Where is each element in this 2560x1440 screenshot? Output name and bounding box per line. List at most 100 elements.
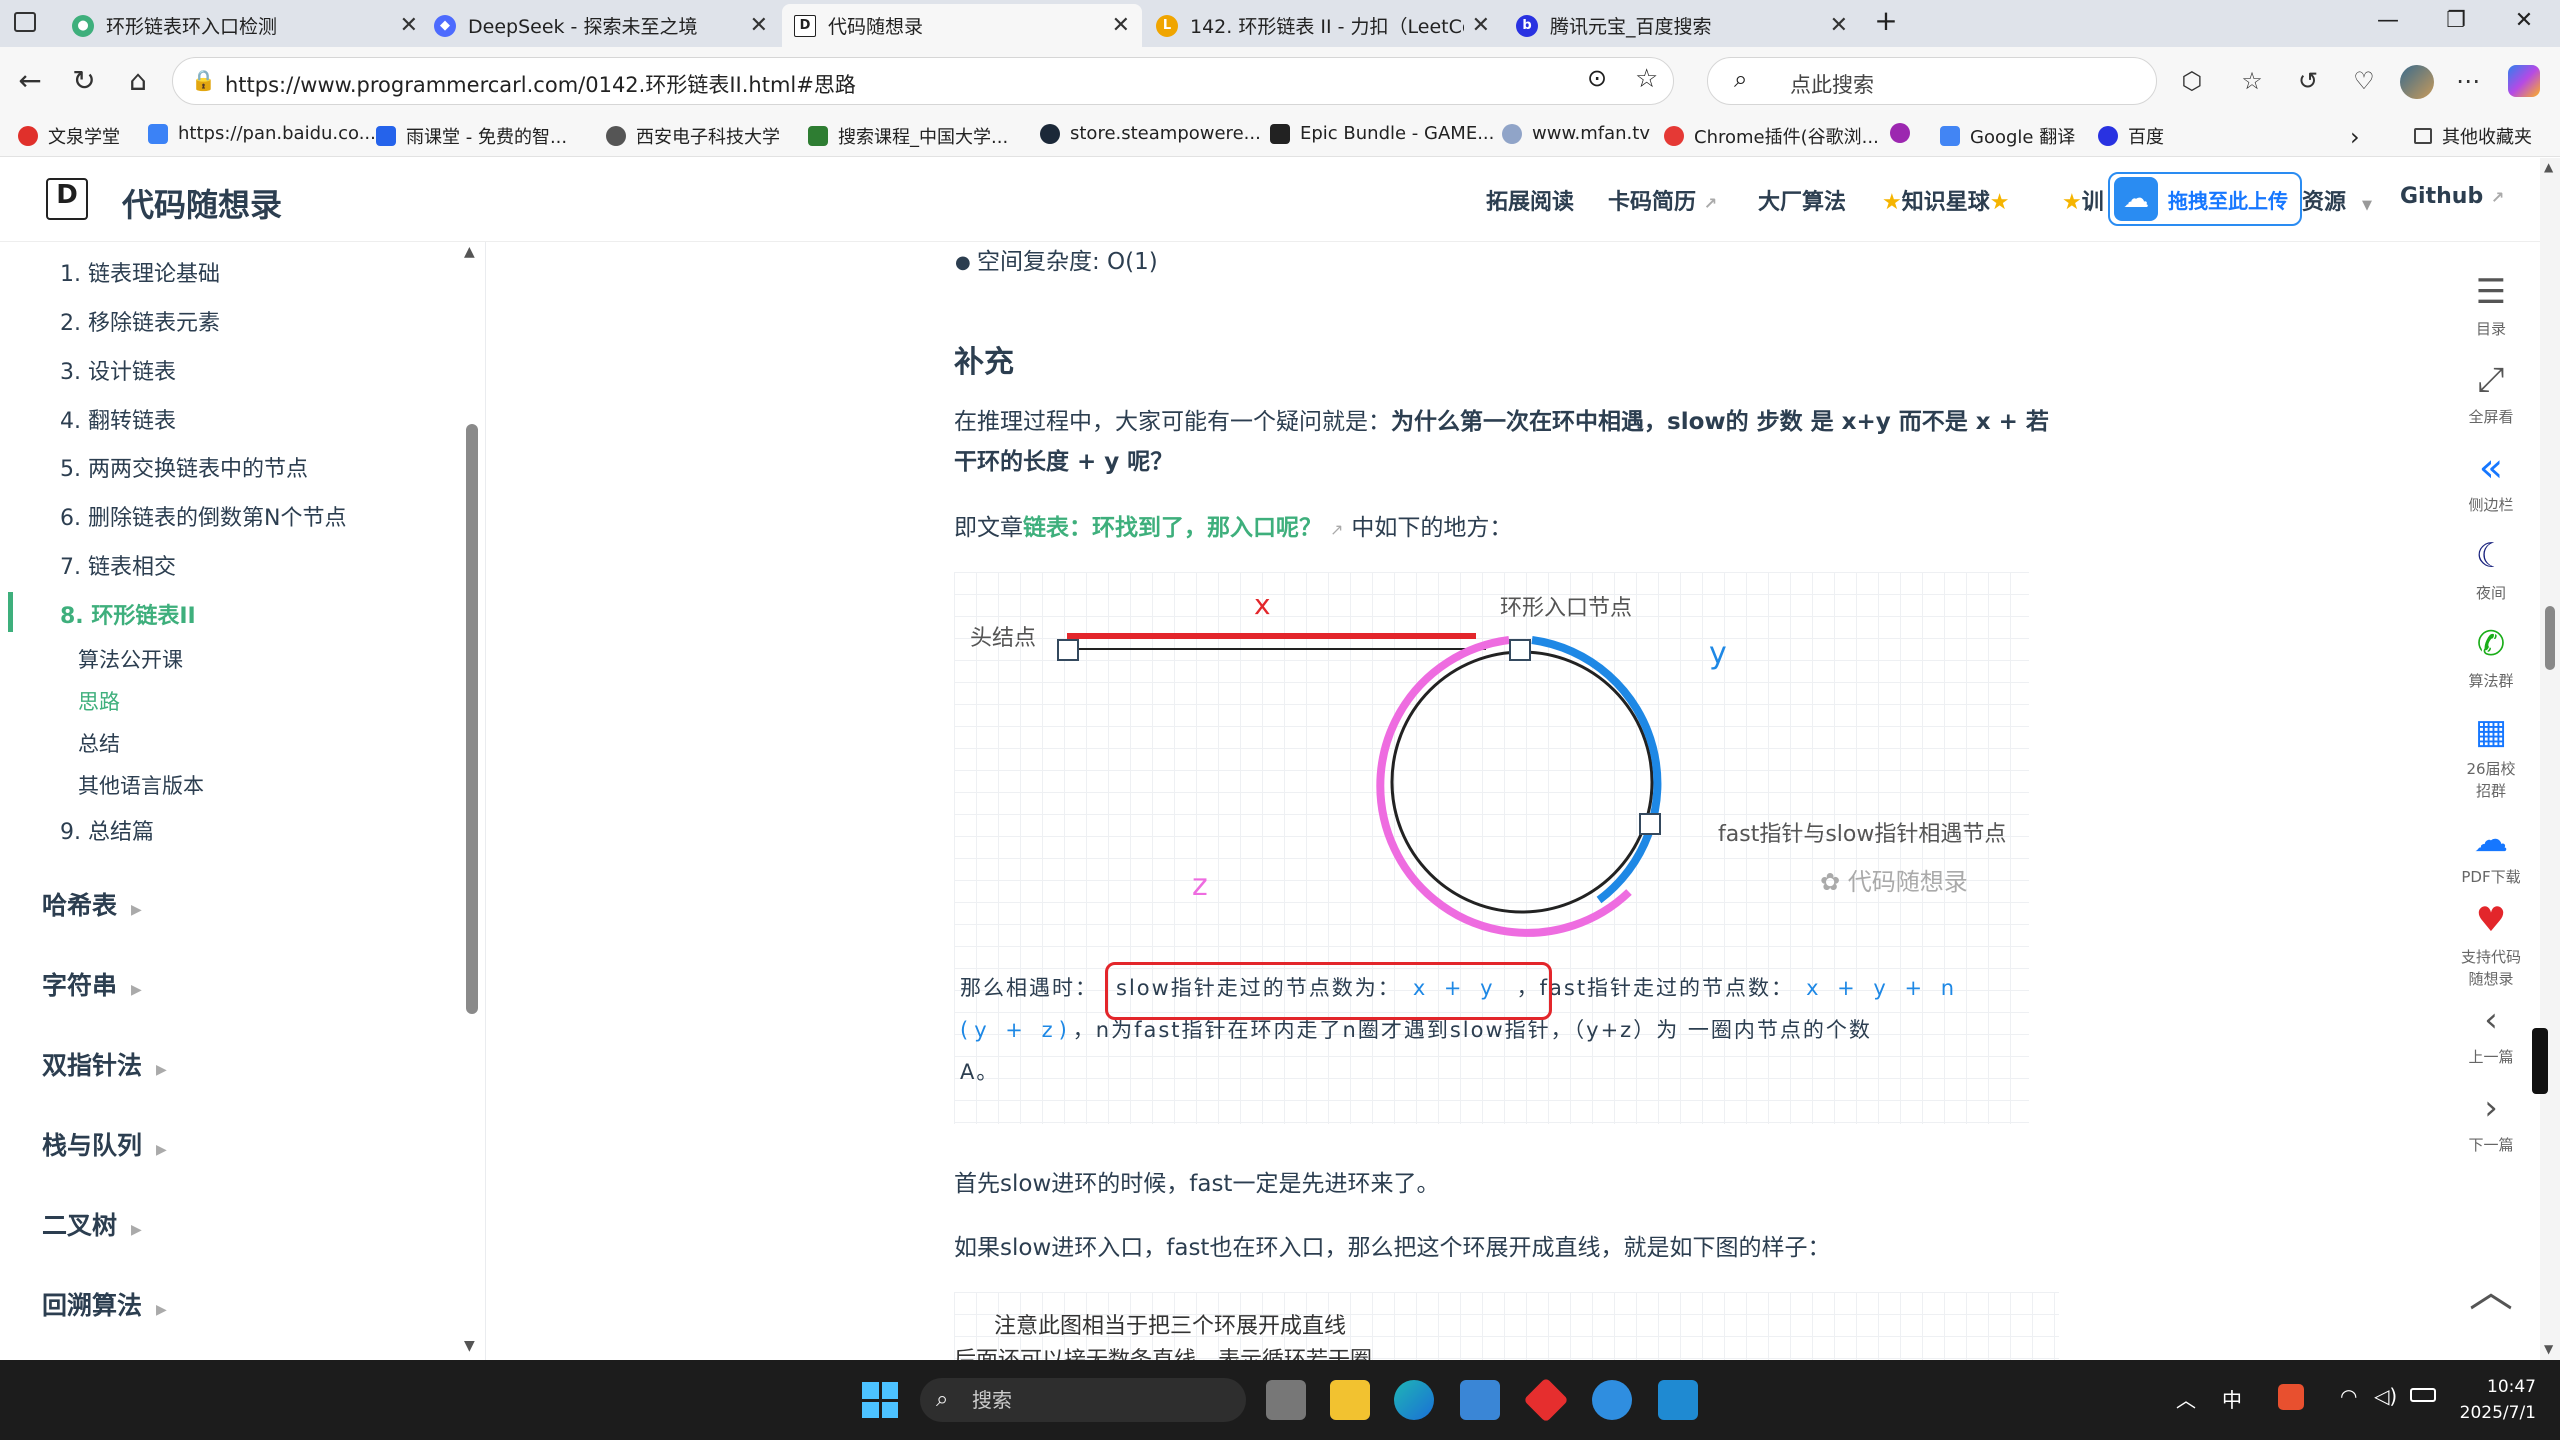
more-icon[interactable]: ⋯: [2448, 61, 2488, 101]
nav-extended-reading[interactable]: 拓展阅读: [1486, 184, 1574, 216]
close-icon[interactable]: ✕: [1472, 13, 1490, 38]
read-aloud-icon[interactable]: ⊙: [1587, 64, 1607, 92]
bookmark-item[interactable]: Google 翻译: [1940, 123, 2075, 149]
toc-button[interactable]: ☰ 目录: [2442, 272, 2540, 339]
ime-indicator[interactable]: 中: [2222, 1384, 2242, 1413]
extensions-icon[interactable]: ⬡: [2172, 61, 2212, 101]
side-handle[interactable]: [2532, 1028, 2548, 1094]
file-explorer-icon[interactable]: [1330, 1380, 1370, 1420]
sidebar-item-1[interactable]: 1. 链表理论基础: [60, 256, 220, 288]
tab-1[interactable]: ● 环形链表环入口检测 ✕: [60, 4, 430, 47]
bookmark-item[interactable]: 百度: [2098, 123, 2164, 149]
support-button[interactable]: ♥ 支持代码随想录: [2442, 900, 2540, 990]
bookmark-item[interactable]: https://pan.baidu.co...: [148, 123, 376, 144]
sidebar-item-2[interactable]: 2. 移除链表元素: [60, 305, 220, 337]
bookmark-item[interactable]: store.steampowere...: [1040, 123, 1261, 144]
bookmark-item[interactable]: Chrome插件(谷歌浏...: [1664, 123, 1879, 149]
other-bookmarks[interactable]: 其他收藏夹: [2414, 123, 2532, 149]
sidebar-subitem[interactable]: 其他语言版本: [78, 770, 204, 800]
new-tab-button[interactable]: +: [1866, 4, 1906, 37]
sidebar-subitem[interactable]: 总结: [78, 728, 120, 758]
help-icon[interactable]: [1592, 1380, 1632, 1420]
next-article-button[interactable]: › 下一篇: [2442, 1088, 2540, 1155]
sidebar-scrollbar[interactable]: [466, 424, 478, 1014]
app-red-icon[interactable]: [1523, 1377, 1569, 1423]
nav-resume[interactable]: 卡码简历 ↗: [1608, 184, 1717, 216]
tab-actions-icon[interactable]: [14, 12, 36, 32]
sidebar-item-7[interactable]: 7. 链表相交: [60, 549, 176, 581]
tab-2[interactable]: ◆ DeepSeek - 探索未至之境 ✕: [422, 4, 780, 47]
task-view-icon[interactable]: [1266, 1380, 1306, 1420]
sidebar-toggle-button[interactable]: «侧边栏: [2442, 448, 2540, 515]
nav-resources[interactable]: 资源 ▼: [2302, 184, 2372, 216]
url-box[interactable]: 🔒 https://www.programmercarl.com/0142.环形…: [172, 57, 1674, 105]
sidebar-category[interactable]: 栈与队列 ▶: [42, 1126, 167, 1162]
sidebar-category[interactable]: 字符串 ▶: [42, 966, 142, 1002]
chevron-right-icon[interactable]: ›: [2350, 123, 2360, 151]
sidebar-category[interactable]: 哈希表 ▶: [42, 886, 142, 922]
page-scrollbar[interactable]: ▲ ▼: [2532, 158, 2560, 1360]
bookmark-item[interactable]: 文泉学堂: [18, 123, 120, 149]
taskbar-search[interactable]: ⌕ 搜索: [920, 1378, 1246, 1422]
tab-3[interactable]: D 代码随想录 ✕: [782, 4, 1142, 47]
nav-knowledge-planet[interactable]: ★知识星球★: [1882, 184, 2009, 216]
windows-start-icon[interactable]: [862, 1382, 898, 1418]
bookmark-item[interactable]: www.mfan.tv: [1502, 123, 1650, 144]
performance-icon[interactable]: ♡: [2344, 61, 2384, 101]
nav-algorithms[interactable]: 大厂算法: [1758, 184, 1846, 216]
close-icon[interactable]: ✕: [1112, 13, 1130, 38]
browser-search-box[interactable]: ⌕ 点此搜索: [1707, 57, 2157, 105]
scroll-up-icon[interactable]: ▲: [2544, 160, 2553, 174]
tray-chevron-up-icon[interactable]: ︿: [2176, 1384, 2196, 1413]
edge-icon[interactable]: [1394, 1380, 1434, 1420]
scroll-down-icon[interactable]: ▼: [464, 1338, 475, 1354]
sidebar-subitem-active[interactable]: 思路: [78, 686, 120, 716]
close-icon[interactable]: ✕: [1830, 13, 1848, 38]
wifi-icon[interactable]: ◠: [2340, 1384, 2357, 1408]
site-title[interactable]: 代码随想录: [122, 180, 282, 226]
prev-article-button[interactable]: ‹ 上一篇: [2442, 1000, 2540, 1067]
algo-group-button[interactable]: ✆ 算法群: [2442, 624, 2540, 691]
bookmark-item[interactable]: 搜索课程_中国大学...: [808, 123, 1008, 149]
sidebar-item-4[interactable]: 4. 翻转链表: [60, 403, 176, 435]
bookmark-item[interactable]: 西安电子科技大学: [606, 123, 780, 149]
refresh-icon[interactable]: ↻: [64, 61, 104, 101]
maximize-button[interactable]: ❐: [2436, 8, 2476, 33]
store-icon[interactable]: [1460, 1380, 1500, 1420]
favorites-icon[interactable]: ☆: [2232, 61, 2272, 101]
scroll-down-icon[interactable]: ▼: [2544, 1342, 2553, 1356]
sidebar-subitem[interactable]: 算法公开课: [78, 644, 183, 674]
sidebar-category[interactable]: 双指针法 ▶: [42, 1046, 167, 1082]
sidebar-item-6[interactable]: 6. 删除链表的倒数第N个节点: [60, 500, 346, 532]
sidebar-item-8-active[interactable]: 8. 环形链表II: [60, 598, 196, 630]
close-icon[interactable]: ✕: [750, 13, 768, 38]
article-link[interactable]: 链表：环找到了，那入口呢？: [1023, 515, 1322, 541]
bookmark-item[interactable]: Epic Bundle - GAME...: [1270, 123, 1494, 144]
scroll-up-icon[interactable]: ▲: [464, 244, 475, 260]
nav-github[interactable]: Github ↗: [2400, 184, 2504, 209]
system-clock[interactable]: 10:47 2025/7/1: [2446, 1374, 2536, 1426]
battery-icon[interactable]: [2410, 1388, 2436, 1402]
sogou-icon[interactable]: [2278, 1384, 2304, 1410]
copilot-icon[interactable]: [2508, 65, 2540, 97]
sidebar-item-5[interactable]: 5. 两两交换链表中的节点: [60, 451, 308, 483]
sidebar-category[interactable]: 回溯算法 ▶: [42, 1286, 167, 1322]
upload-button[interactable]: ☁ 拖拽至此上传: [2108, 172, 2302, 226]
nav-training[interactable]: ★训: [2062, 184, 2104, 216]
lock-icon[interactable]: 🔒: [191, 68, 216, 92]
volume-icon[interactable]: ◁): [2374, 1384, 2397, 1408]
pdf-download-button[interactable]: ☁ PDF下载: [2442, 820, 2540, 887]
close-window-button[interactable]: ✕: [2504, 8, 2544, 33]
favorite-star-icon[interactable]: ☆: [1635, 64, 1658, 94]
campus-group-button[interactable]: ▦ 26届校招群: [2442, 712, 2540, 802]
sidebar-item-3[interactable]: 3. 设计链表: [60, 354, 176, 386]
bookmark-item[interactable]: [1890, 123, 1920, 143]
scrollbar-thumb[interactable]: [2545, 606, 2555, 670]
tab-4[interactable]: L 142. 环形链表 II - 力扣（LeetCode） ✕: [1144, 4, 1502, 47]
history-icon[interactable]: ↺: [2288, 61, 2328, 101]
back-icon[interactable]: ←: [10, 61, 50, 101]
url-text[interactable]: https://www.programmercarl.com/0142.环形链表…: [225, 69, 856, 99]
fullscreen-button[interactable]: ⤢ 全屏看: [2442, 360, 2540, 427]
night-mode-button[interactable]: ☾ 夜间: [2442, 536, 2540, 603]
home-icon[interactable]: ⌂: [118, 61, 158, 101]
